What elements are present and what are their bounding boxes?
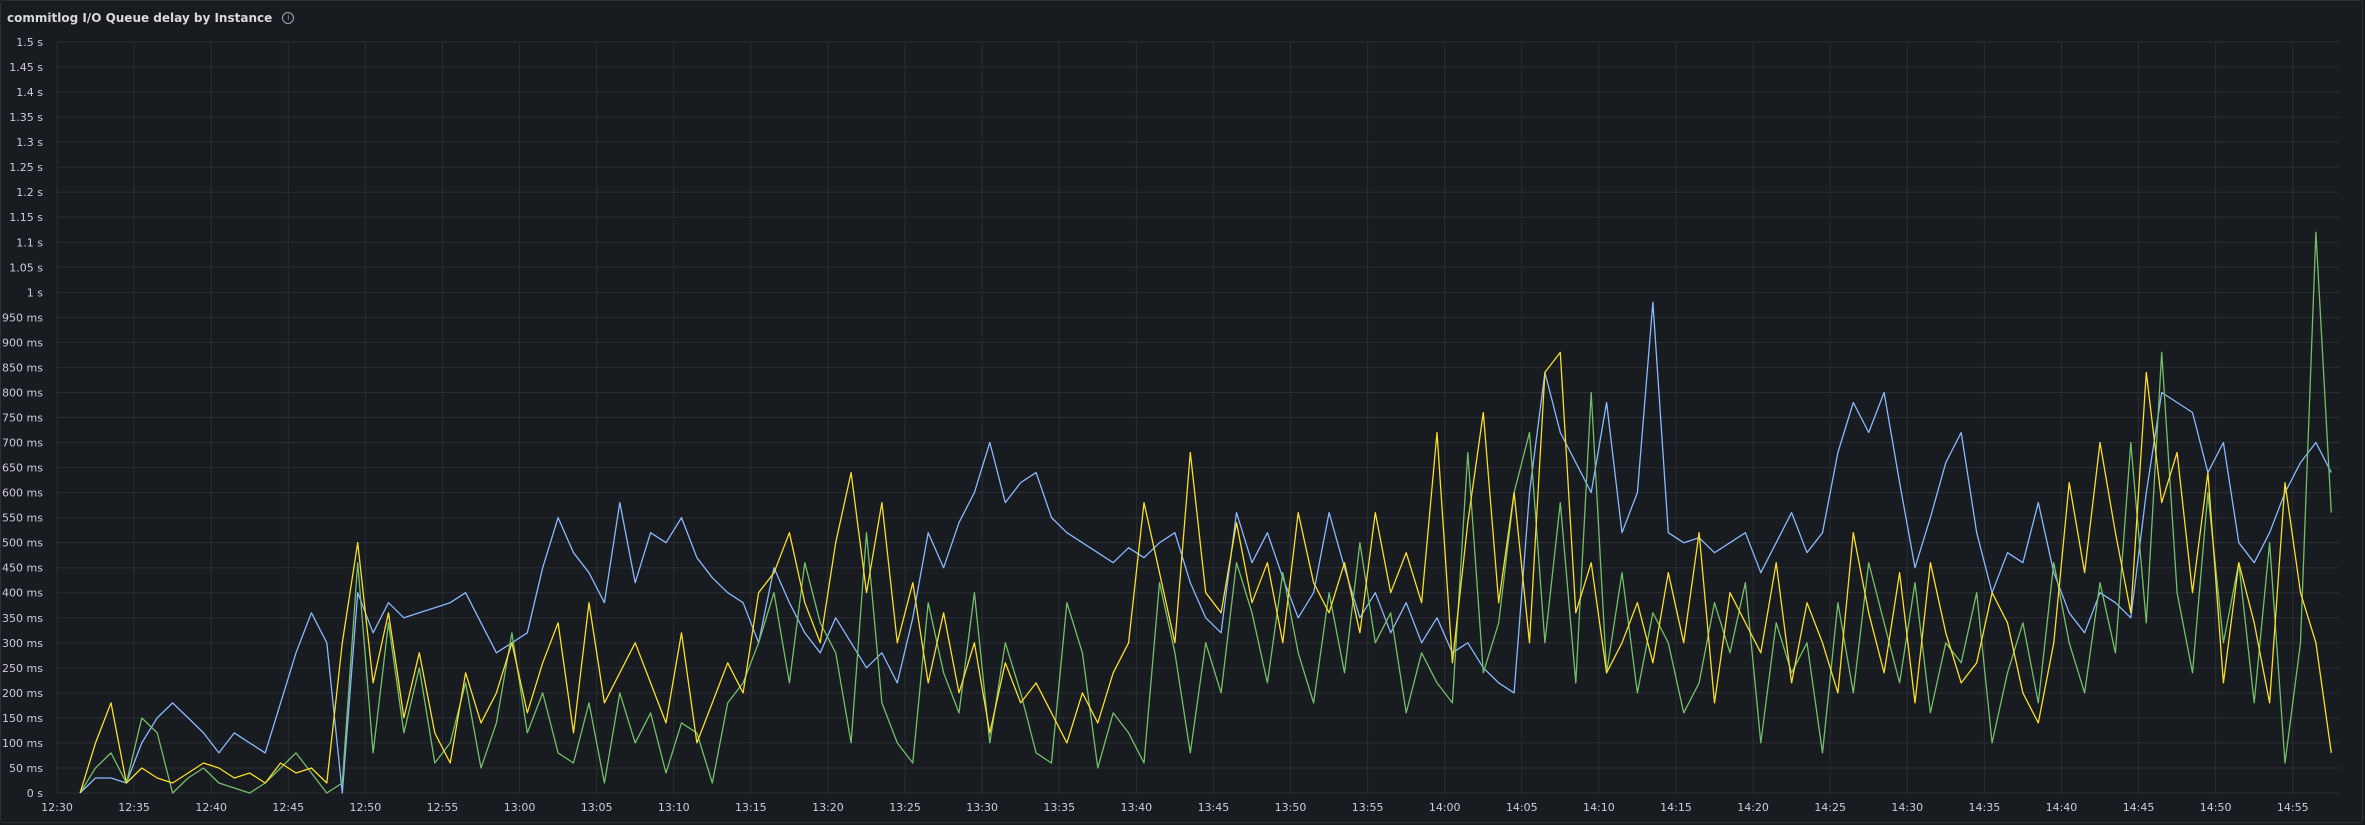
series-line-0[interactable]: [79, 301, 2332, 794]
x-tick-label: 14:35: [1969, 801, 2001, 814]
y-tick-label: 250 ms: [2, 662, 43, 675]
y-tick-label: 100 ms: [2, 737, 43, 750]
y-tick-label: 300 ms: [2, 637, 43, 650]
y-tick-label: 350 ms: [2, 612, 43, 625]
x-tick-label: 14:55: [2277, 801, 2309, 814]
x-tick-label: 13:05: [581, 801, 613, 814]
y-tick-label: 1.4 s: [16, 86, 43, 99]
x-tick-label: 13:25: [889, 801, 921, 814]
y-tick-label: 1.45 s: [9, 61, 43, 74]
y-tick-label: 600 ms: [2, 487, 43, 500]
x-tick-label: 13:55: [1352, 801, 1384, 814]
x-tick-label: 12:45: [272, 801, 304, 814]
x-tick-label: 13:15: [735, 801, 767, 814]
x-tick-label: 13:50: [1275, 801, 1307, 814]
y-tick-label: 950 ms: [2, 311, 43, 324]
x-tick-label: 14:00: [1429, 801, 1461, 814]
x-tick-label: 14:05: [1506, 801, 1538, 814]
y-tick-label: 0 s: [27, 787, 43, 800]
x-tick-label: 14:20: [1737, 801, 1769, 814]
y-tick-label: 900 ms: [2, 336, 43, 349]
series-line-1[interactable]: [79, 231, 2332, 794]
x-tick-label: 13:30: [966, 801, 998, 814]
x-tick-label: 13:10: [658, 801, 690, 814]
x-tick-label: 13:20: [812, 801, 844, 814]
y-tick-label: 650 ms: [2, 462, 43, 475]
series-line-2[interactable]: [79, 351, 2332, 794]
x-tick-label: 13:00: [504, 801, 536, 814]
y-tick-label: 1 s: [27, 286, 43, 299]
y-tick-label: 150 ms: [2, 712, 43, 725]
y-tick-label: 500 ms: [2, 537, 43, 550]
x-tick-label: 12:50: [350, 801, 382, 814]
y-tick-label: 1.25 s: [9, 161, 43, 174]
x-tick-label: 12:35: [118, 801, 150, 814]
y-tick-label: 1.3 s: [16, 136, 43, 149]
y-tick-label: 1.15 s: [9, 211, 43, 224]
y-tick-label: 550 ms: [2, 512, 43, 525]
y-tick-label: 200 ms: [2, 687, 43, 700]
y-tick-label: 450 ms: [2, 562, 43, 575]
series-lines: [79, 231, 2332, 794]
x-tick-label: 14:15: [1660, 801, 1692, 814]
y-tick-label: 750 ms: [2, 412, 43, 425]
x-axis: 12:30 12:35 12:40 12:45 12:50 12:55 13:00 13:05…: [41, 801, 2308, 814]
x-tick-label: 13:45: [1198, 801, 1230, 814]
y-tick-label: 1.2 s: [16, 186, 43, 199]
y-tick-label: 700 ms: [2, 437, 43, 450]
y-tick-label: 850 ms: [2, 361, 43, 374]
x-tick-label: 14:25: [1814, 801, 1846, 814]
line-chart: 0 s 50 ms 100 ms 150 ms 200 ms 250 ms 300 ms 35…: [2, 36, 2339, 814]
y-tick-label: 400 ms: [2, 587, 43, 600]
x-tick-label: 13:40: [1120, 801, 1152, 814]
x-tick-label: 14:10: [1583, 801, 1615, 814]
x-tick-label: 14:40: [2046, 801, 2078, 814]
x-tick-label: 14:30: [1891, 801, 1923, 814]
x-tick-label: 12:40: [195, 801, 227, 814]
y-tick-label: 1.1 s: [16, 236, 43, 249]
y-tick-label: 1.05 s: [9, 261, 43, 274]
x-tick-label: 14:50: [2200, 801, 2232, 814]
y-tick-label: 50 ms: [9, 762, 43, 775]
x-tick-label: 13:35: [1043, 801, 1075, 814]
x-tick-label: 12:30: [41, 801, 73, 814]
y-axis: 0 s 50 ms 100 ms 150 ms 200 ms 250 ms 300 ms 35…: [2, 36, 43, 800]
y-tick-label: 1.5 s: [16, 36, 43, 49]
x-tick-label: 12:55: [427, 801, 459, 814]
grid: [56, 41, 2339, 794]
chart-panel: commitlog I/O Queue delay by Instance i …: [0, 0, 2363, 823]
x-tick-label: 14:45: [2123, 801, 2155, 814]
y-tick-label: 1.35 s: [9, 111, 43, 124]
y-tick-label: 800 ms: [2, 386, 43, 399]
